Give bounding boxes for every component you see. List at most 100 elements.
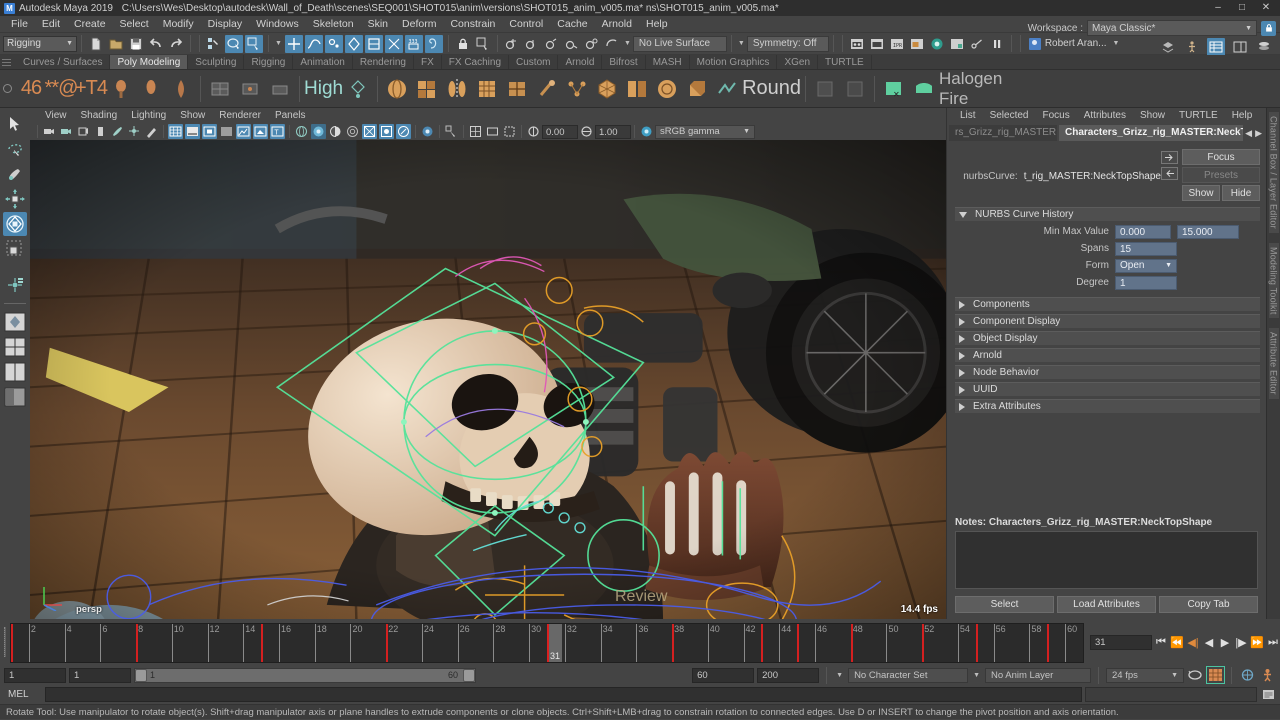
auto-key-icon[interactable]: [1207, 667, 1224, 683]
go-to-end-icon[interactable]: ⏭: [1266, 634, 1280, 650]
viewport-menu-panels[interactable]: Panels: [268, 108, 313, 123]
select-tool-icon[interactable]: [3, 112, 27, 136]
grease-pencil-icon[interactable]: [127, 124, 142, 139]
wireframe-on-shaded-icon[interactable]: [219, 124, 234, 139]
copy-tab-button[interactable]: Copy Tab: [1159, 596, 1258, 613]
redo-render-icon[interactable]: [868, 35, 886, 53]
node-name-field[interactable]: t_rig_MASTER:NeckTopShape: [1024, 171, 1161, 182]
section-header-components[interactable]: Components: [955, 297, 1260, 311]
menu-help[interactable]: Help: [639, 16, 675, 33]
workspace-dropdown[interactable]: Maya Classic* ▼: [1087, 20, 1257, 36]
channel-box-toggle-icon[interactable]: [1231, 38, 1249, 56]
section-header-extra-attributes[interactable]: Extra Attributes: [955, 399, 1260, 413]
ae-tab-necktopshape[interactable]: Characters_Grizz_rig_MASTER:NeckTopShape: [1059, 125, 1243, 141]
ipr-render-icon[interactable]: IPR: [888, 35, 906, 53]
shelf-item-connect[interactable]: [562, 73, 592, 105]
shelf-tab-animation[interactable]: Animation: [293, 55, 352, 69]
range-end-handle[interactable]: [463, 669, 475, 682]
output-connections-icon[interactable]: [543, 35, 561, 53]
snap-to-pixel-icon[interactable]: [385, 35, 403, 53]
ae-menu-show[interactable]: Show: [1133, 108, 1172, 123]
image-plane-icon[interactable]: [93, 124, 108, 139]
degree-input[interactable]: 1: [1115, 276, 1177, 290]
select-camera-icon[interactable]: [42, 124, 57, 139]
gamma-arrows-icon[interactable]: [579, 124, 594, 139]
menu-select[interactable]: Select: [113, 16, 156, 33]
step-forward-frame-icon[interactable]: |▶: [1234, 634, 1248, 650]
anim-end-field[interactable]: 200: [757, 668, 819, 683]
time-slider-grip[interactable]: [0, 619, 10, 665]
snap-to-point-icon[interactable]: [325, 35, 343, 53]
shelf-item-cube-split[interactable]: [412, 73, 442, 105]
shelf-tab-fx[interactable]: FX: [414, 55, 442, 69]
shelf-item-text-t4[interactable]: +T4: [76, 73, 106, 105]
attribute-editor-toggle-icon[interactable]: [1207, 38, 1225, 56]
gamma-field[interactable]: 1.00: [595, 125, 631, 139]
shelf-options-gear-icon[interactable]: [3, 84, 12, 93]
min-value-input[interactable]: 0.000: [1115, 225, 1171, 239]
paint-icon[interactable]: [144, 124, 159, 139]
section-header-arnold[interactable]: Arnold: [955, 348, 1260, 362]
shelf-item-combine[interactable]: [592, 73, 622, 105]
construction-history-icon[interactable]: [425, 35, 443, 53]
step-forward-key-icon[interactable]: ⏩: [1250, 634, 1264, 650]
anim-layer-dropdown[interactable]: No Anim Layer: [985, 668, 1091, 683]
gamma-reset-icon[interactable]: [379, 124, 394, 139]
snap-to-grid-icon[interactable]: [285, 35, 303, 53]
exposure-arrows-icon[interactable]: [526, 124, 541, 139]
keyframe-marker[interactable]: [261, 624, 263, 662]
menu-file[interactable]: File: [4, 16, 35, 33]
live-surface-field[interactable]: No Live Surface: [633, 36, 727, 52]
shelf-item-misc-b[interactable]: [840, 73, 870, 105]
hide-button[interactable]: Hide: [1222, 185, 1260, 201]
character-sets-icon[interactable]: [1183, 38, 1201, 56]
section-header-uuid[interactable]: UUID: [955, 382, 1260, 396]
hypershade-icon[interactable]: [928, 35, 946, 53]
animation-layers-icon[interactable]: [1159, 38, 1177, 56]
lighting-default-icon[interactable]: [345, 124, 360, 139]
command-language-label[interactable]: MEL: [4, 689, 42, 700]
viewport-menu-lighting[interactable]: Lighting: [124, 108, 173, 123]
playback-end-field[interactable]: 60: [692, 668, 754, 683]
resolution-gate-icon[interactable]: [502, 124, 517, 139]
color-space-indicator-icon[interactable]: [639, 124, 654, 139]
layout-four-view-icon[interactable]: [3, 335, 27, 359]
input-node-arrow-icon[interactable]: [1161, 151, 1178, 164]
viewport-menu-shading[interactable]: Shading: [74, 108, 125, 123]
ae-menu-attributes[interactable]: Attributes: [1077, 108, 1133, 123]
shelf-tab-poly-modeling[interactable]: Poly Modeling: [110, 55, 188, 69]
command-input-field[interactable]: [45, 687, 1082, 702]
shelf-item-bevel[interactable]: [343, 73, 373, 105]
range-start-handle[interactable]: [135, 669, 147, 682]
ae-tab-necktop[interactable]: rs_Grizz_rig_MASTER:NeckTop: [949, 125, 1057, 141]
output-all-icon[interactable]: [563, 35, 581, 53]
use-all-lights-icon[interactable]: [253, 124, 268, 139]
pause-render-icon[interactable]: [988, 35, 1006, 53]
bookmark-camera-icon[interactable]: [76, 124, 91, 139]
viewport-menu-renderer[interactable]: Renderer: [212, 108, 268, 123]
shelf-item-multicut[interactable]: [472, 73, 502, 105]
keyframe-marker[interactable]: [761, 624, 763, 662]
live-surface-arrow-icon[interactable]: ▼: [624, 40, 631, 47]
time-slider[interactable]: 2468101214161820222426283032343638404244…: [10, 623, 1084, 663]
section-header-object-display[interactable]: Object Display: [955, 331, 1260, 345]
menu-arnold[interactable]: Arnold: [595, 16, 639, 33]
shelf-tab-sculpting[interactable]: Sculpting: [188, 55, 244, 69]
keyframe-marker[interactable]: [851, 624, 853, 662]
step-back-key-icon[interactable]: ⏪: [1170, 634, 1184, 650]
layout-two-pane-icon[interactable]: [3, 360, 27, 384]
shelf-item-smooth[interactable]: [652, 73, 682, 105]
input-all-icon[interactable]: [523, 35, 541, 53]
focus-button[interactable]: Focus: [1182, 149, 1260, 165]
undo-icon[interactable]: [147, 35, 165, 53]
shelf-tab-rigging[interactable]: Rigging: [244, 55, 293, 69]
select-by-object-type-icon[interactable]: [225, 35, 243, 53]
xray-icon[interactable]: [294, 124, 309, 139]
minimize-button[interactable]: –: [1206, 0, 1230, 16]
menu-control[interactable]: Control: [502, 16, 550, 33]
snap-options-arrow-icon[interactable]: ▼: [275, 40, 282, 47]
tab-prev-icon[interactable]: ◀: [1245, 128, 1252, 139]
shelf-item-extrude[interactable]: [682, 73, 712, 105]
select-by-component-type-icon[interactable]: [245, 35, 263, 53]
viewport-menu-show[interactable]: Show: [173, 108, 212, 123]
